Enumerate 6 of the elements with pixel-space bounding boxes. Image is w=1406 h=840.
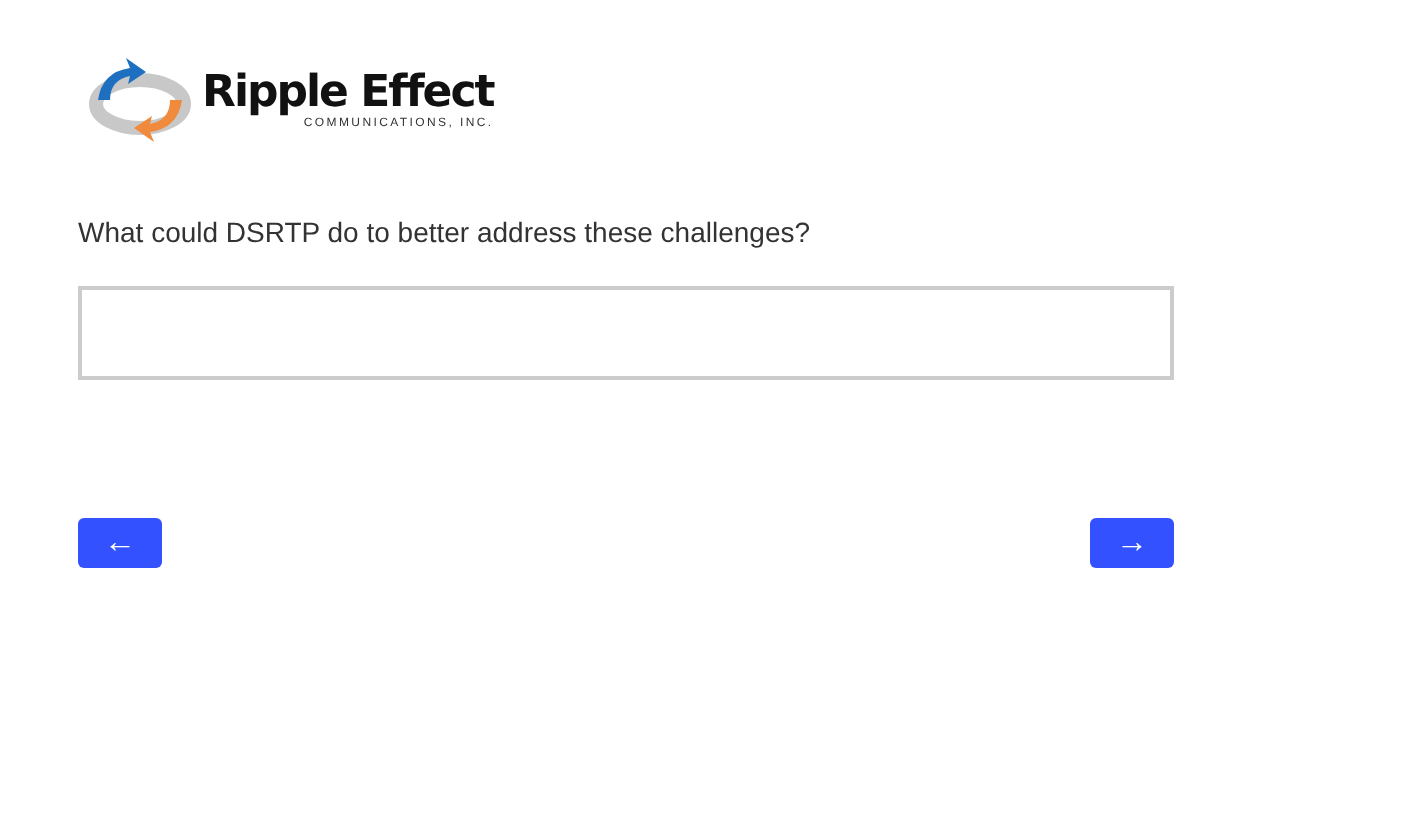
next-button[interactable]: → [1090,518,1174,568]
question-text: What could DSRTP do to better address these challenges? [78,216,813,248]
logo-icon [86,56,194,144]
back-button[interactable]: ← [78,518,162,568]
logo-name: Ripple Effect [202,69,494,117]
answer-field[interactable] [78,286,1174,380]
